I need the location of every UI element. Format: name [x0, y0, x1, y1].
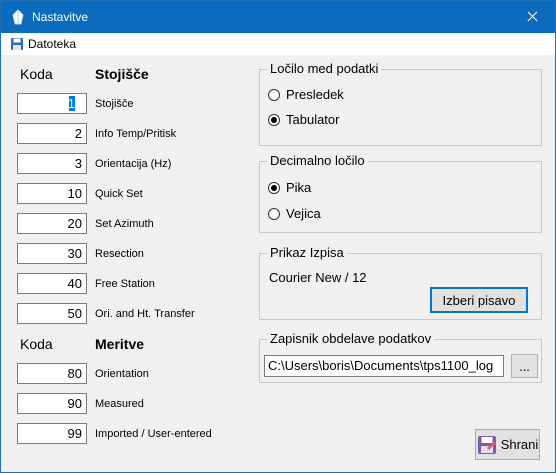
radio-label: Pika — [286, 180, 312, 195]
save-label: Shrani — [500, 437, 539, 452]
code-input[interactable]: 50 — [17, 303, 87, 324]
font-value: Courier New / 12 — [269, 270, 367, 285]
menu-file[interactable]: Datoteka — [7, 35, 79, 53]
decimal-group-title: Decimalno ločilo — [267, 153, 368, 168]
radio-label: Presledek — [286, 87, 344, 102]
koda-header-2: Koda — [20, 336, 53, 352]
meritve-header: Meritve — [95, 336, 145, 352]
code-input[interactable]: 40 — [17, 273, 87, 294]
decimal-group: Decimalno ločilo Pika Vejica — [259, 153, 542, 233]
radio-label: Tabulator — [286, 112, 340, 127]
browse-button[interactable]: ... — [511, 354, 538, 378]
radio-button[interactable] — [268, 88, 280, 101]
code-input[interactable]: 2 — [17, 123, 87, 144]
code-label: Orientation — [95, 368, 149, 380]
code-input[interactable]: 30 — [17, 243, 87, 264]
log-group: Zapisnik obdelave podatkov C:\Users\bori… — [259, 331, 542, 383]
code-input[interactable]: 90 — [17, 393, 87, 414]
delimiter-group-title: Ločilo med podatki — [267, 61, 382, 76]
choose-font-button[interactable]: Izberi pisavo — [430, 287, 528, 313]
save-disk-icon — [11, 38, 23, 50]
settings-window: Nastavitve Datoteka Koda Stojišče 1 Stoj… — [0, 0, 556, 473]
radio-button-selected[interactable] — [268, 113, 280, 126]
code-input[interactable]: 10 — [17, 183, 87, 204]
display-group: Prikaz Izpisa Courier New / 12 Izberi pi… — [259, 245, 542, 320]
code-input[interactable]: 20 — [17, 213, 87, 234]
close-button[interactable] — [509, 1, 555, 33]
code-label: Quick Set — [95, 188, 143, 200]
code-label: Orientacija (Hz) — [95, 158, 172, 170]
code-input-value: 1 — [67, 96, 75, 111]
radio-label: Vejica — [286, 206, 321, 221]
code-label: Set Azimuth — [95, 218, 154, 230]
code-label: Resection — [95, 248, 144, 260]
code-input[interactable]: 80 — [17, 363, 87, 384]
radio-presledek[interactable]: Presledek — [268, 87, 344, 102]
stojisce-header: Stojišče — [95, 66, 149, 82]
save-disk-icon — [477, 435, 496, 454]
app-icon — [12, 9, 24, 25]
code-label: Imported / User-entered — [95, 428, 212, 440]
radio-button[interactable] — [268, 207, 280, 220]
radio-tabulator[interactable]: Tabulator — [268, 112, 339, 127]
radio-vejica[interactable]: Vejica — [268, 206, 321, 221]
title-bar[interactable]: Nastavitve — [1, 1, 555, 33]
code-label: Stojišče — [95, 98, 134, 110]
display-group-title: Prikaz Izpisa — [267, 245, 347, 260]
log-group-title: Zapisnik obdelave podatkov — [267, 331, 435, 346]
koda-header-1: Koda — [20, 66, 53, 82]
code-input[interactable]: 3 — [17, 153, 87, 174]
window-title: Nastavitve — [32, 10, 89, 24]
code-label: Free Station — [95, 278, 155, 290]
radio-pika[interactable]: Pika — [268, 180, 311, 195]
code-input-stojisce[interactable]: 1 — [17, 93, 87, 114]
delimiter-group: Ločilo med podatki Presledek Tabulator — [259, 61, 542, 146]
radio-button-selected[interactable] — [268, 181, 280, 194]
code-label: Info Temp/Pritisk — [95, 128, 177, 140]
code-label: Ori. and Ht. Transfer — [95, 308, 195, 320]
log-path-input[interactable]: C:\Users\boris\Documents\tps1100_log — [264, 355, 504, 377]
menu-bar: Datoteka — [1, 33, 555, 55]
save-button[interactable]: Shrani — [475, 429, 540, 460]
code-input[interactable]: 99 — [17, 423, 87, 444]
code-label: Measured — [95, 398, 144, 410]
menu-file-label: Datoteka — [28, 37, 77, 51]
